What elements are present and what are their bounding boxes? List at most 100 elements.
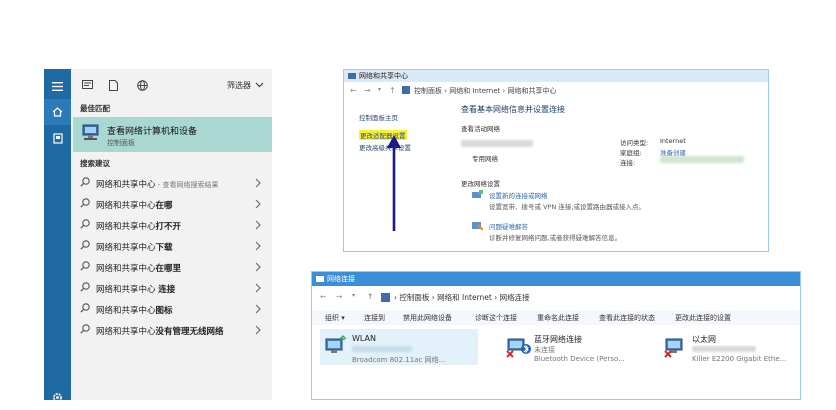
network-center-icon: [348, 72, 356, 80]
network-computer-icon: [81, 124, 101, 142]
best-match-title: 查看网络计算机和设备: [107, 127, 198, 137]
suggestion-item[interactable]: 网络和共享中心 - 查看网络搜索结果: [71, 173, 272, 193]
adapter-device: Broadcom 802.11ac 网络...: [352, 356, 446, 364]
chevron-right-icon[interactable]: [255, 262, 261, 272]
chevron-right-icon[interactable]: [255, 199, 261, 209]
search-magnifier-icon: [80, 198, 90, 208]
toolbar-rename[interactable]: 重命名此连接: [537, 313, 579, 323]
chevron-right-icon[interactable]: [255, 304, 261, 314]
toolbar-disable-device[interactable]: 禁用此网络设备: [403, 313, 452, 323]
suggestion-bold: 图标: [155, 306, 173, 316]
settings-gear-icon[interactable]: [44, 384, 71, 410]
chevron-right-icon[interactable]: [255, 220, 261, 230]
suggestion-text: 网络和共享中心下载: [96, 241, 173, 253]
chevron-right-icon[interactable]: [255, 325, 261, 335]
search-magnifier-icon: [80, 303, 90, 313]
chevron-right-icon[interactable]: [255, 241, 261, 251]
access-type-label: 访问类型:: [620, 139, 649, 147]
page-heading: 查看基本网络信息并设置连接: [461, 105, 565, 114]
adapter-device: Killer E2200 Gigabit Ethe...: [692, 355, 787, 363]
toolbar-diagnose[interactable]: 诊断这个连接: [475, 313, 517, 323]
chevron-right-icon[interactable]: [255, 178, 261, 188]
apps-filter-icon[interactable]: [82, 77, 93, 93]
adapter-name: WLAN: [352, 334, 377, 343]
up-arrow-icon[interactable]: ↑: [389, 86, 396, 95]
best-match-subtitle: 控制面板: [107, 139, 135, 147]
adapter-wlan[interactable]: WLAN Broadcom 802.11ac 网络...: [320, 329, 478, 365]
forward-arrow-icon[interactable]: →: [336, 292, 342, 301]
suggestion-item[interactable]: 网络和共享中心打不开: [71, 215, 272, 235]
ethernet-adapter-icon: [664, 333, 690, 359]
suggestion-text: 网络和共享中心 - 查看网络搜索结果: [96, 178, 219, 190]
suggestion-item[interactable]: 网络和共享中心图标: [71, 299, 272, 319]
breadcrumb-item[interactable]: 网络连接: [500, 293, 530, 302]
start-left-rail: [44, 69, 71, 402]
suggestion-text: 网络和共享中心打不开: [96, 220, 181, 232]
suggestion-hint: - 查看网络搜索结果: [155, 181, 219, 189]
troubleshoot-link[interactable]: 问题疑难解答: [489, 221, 528, 231]
control-panel-icon: [381, 293, 390, 302]
control-panel-icon: [402, 86, 410, 94]
network-type: 专用网络: [472, 155, 498, 163]
home-icon[interactable]: [44, 99, 71, 125]
filter-dropdown[interactable]: 筛选器: [227, 77, 264, 93]
suggestion-item[interactable]: 网络和共享中心 连接: [71, 278, 272, 298]
sidebar-link-cp-home[interactable]: 控制面板主页: [359, 112, 398, 122]
title-bar: 网络和共享中心: [344, 70, 768, 82]
adapter-status-redacted: [692, 346, 756, 352]
suggestion-prefix: 网络和共享中心: [96, 327, 156, 337]
recent-chevron-icon[interactable]: ▾: [352, 292, 355, 299]
suggestion-bold: 没有管理无线网络: [155, 327, 224, 337]
suggestion-text: 网络和共享中心 连接: [96, 283, 175, 295]
suggestion-item[interactable]: 网络和共享中心在哪: [71, 194, 272, 214]
suggestion-prefix: 网络和共享中心: [96, 222, 156, 232]
toolbar-connect-to[interactable]: 连接到: [364, 313, 385, 323]
toolbar-organize[interactable]: 组织 ▾: [325, 313, 345, 323]
suggestion-text: 网络和共享中心在哪里: [96, 262, 181, 274]
document-filter-icon[interactable]: [109, 77, 118, 93]
forward-arrow-icon[interactable]: →: [364, 86, 371, 95]
breadcrumb-item[interactable]: 控制面板: [414, 87, 442, 95]
back-arrow-icon[interactable]: ←: [350, 86, 357, 95]
notebook-icon[interactable]: [44, 125, 71, 151]
suggestion-bold: 打不开: [155, 222, 182, 232]
search-magnifier-icon: [80, 177, 90, 187]
suggestion-bold: 在哪里: [155, 264, 182, 274]
breadcrumb-item[interactable]: 控制面板: [399, 293, 429, 302]
suggestion-item[interactable]: 网络和共享中心下载: [71, 236, 272, 256]
adapter-status: 未连接: [534, 346, 555, 354]
breadcrumb-item[interactable]: 网络和 Internet: [449, 87, 500, 95]
suggestion-text: 网络和共享中心没有管理无线网络: [96, 325, 224, 337]
breadcrumb-item[interactable]: 网络和 Internet: [437, 293, 492, 302]
suggestions-header: 搜索建议: [80, 159, 110, 168]
adapter-status-redacted: [352, 346, 412, 352]
troubleshoot-desc: 诊断并修复网络问题,或者获得疑难解答信息。: [489, 234, 622, 242]
recent-chevron-icon[interactable]: ▾: [378, 86, 381, 93]
suggestion-prefix: 网络和共享中心: [96, 243, 156, 253]
hamburger-menu-icon[interactable]: [44, 73, 71, 99]
chevron-right-icon[interactable]: [255, 283, 261, 293]
toolbar: 组织 ▾ 连接到 禁用此网络设备 诊断这个连接 重命名此连接 查看此连接的状态 …: [312, 310, 800, 325]
search-magnifier-icon: [80, 324, 90, 334]
toolbar-view-status[interactable]: 查看此连接的状态: [599, 313, 655, 323]
up-arrow-icon[interactable]: ↑: [367, 292, 373, 301]
new-connection-icon: [472, 190, 483, 200]
new-connection-link[interactable]: 设置新的连接或网络: [489, 190, 548, 200]
toolbar-change-settings[interactable]: 更改此连接的设置: [675, 313, 731, 323]
web-filter-globe-icon[interactable]: [137, 77, 148, 93]
breadcrumb: › 控制面板 › 网络和 Internet › 网络连接: [394, 293, 530, 302]
best-match-item[interactable]: 查看网络计算机和设备 控制面板: [73, 117, 272, 152]
back-arrow-icon[interactable]: ←: [320, 292, 326, 301]
suggestion-prefix: 网络和共享中心: [96, 285, 159, 295]
suggestion-prefix: 网络和共享中心: [96, 264, 156, 274]
connection-name-redacted[interactable]: [660, 156, 744, 163]
suggestion-item[interactable]: 网络和共享中心在哪里: [71, 257, 272, 277]
window-title: 网络连接: [327, 275, 355, 283]
adapter-bluetooth[interactable]: 蓝牙网络连接 未连接 Bluetooth Device (Perso...: [502, 329, 637, 365]
adapter-ethernet[interactable]: 以太网 Killer E2200 Gigabit Ethe...: [660, 329, 800, 365]
chevron-down-icon: [255, 82, 264, 88]
breadcrumb-item[interactable]: 网络和共享中心: [508, 87, 557, 95]
suggestion-item[interactable]: 网络和共享中心没有管理无线网络: [71, 320, 272, 340]
search-results-panel: 筛选器 最佳匹配 查看网络计算机和设备 控制面板 搜索建议 网络和共享中心 - …: [71, 69, 272, 400]
network-name-redacted: [461, 140, 533, 147]
